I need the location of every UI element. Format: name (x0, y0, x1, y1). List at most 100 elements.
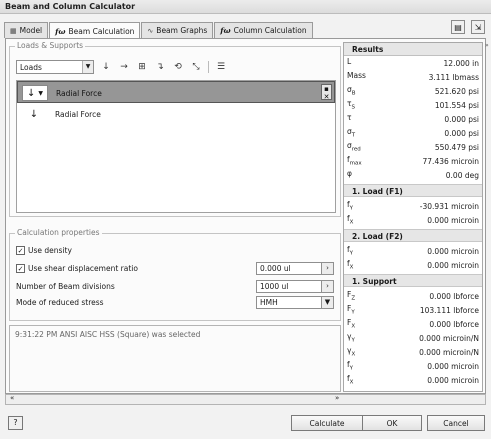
log-message: 9:31:22 PM ANSI AISC HSS (Square) was se… (15, 330, 201, 339)
result-row: fX 0.000 microin (344, 258, 482, 272)
result-row: L 12.000 in (344, 56, 482, 70)
radial-force-icon: ↓ (29, 108, 39, 120)
window-title: Beam and Column Calculator (0, 0, 491, 14)
graph-icon: ∿ (147, 26, 154, 35)
reduced-stress-label: Mode of reduced stress (16, 298, 104, 307)
result-symbol: τ (347, 113, 352, 125)
result-value: 0.000 microin (427, 246, 479, 256)
calculation-properties-legend: Calculation properties (15, 228, 102, 237)
result-symbol: fmax (347, 155, 362, 167)
export-icon[interactable]: ▤ (451, 20, 465, 34)
list-icon[interactable]: ☰ (215, 62, 227, 72)
result-symbol: FZ (347, 290, 355, 302)
result-symbol: τS (347, 99, 355, 111)
result-symbol-sub: X (349, 379, 354, 386)
collapse-bar: « » (5, 394, 486, 405)
loads-supports-group: Loads & Supports Loads ▼ ↓ → ⊞ ↴ ⟲ ⤡ ☰ ↓ (9, 41, 341, 217)
result-value: 101.554 psi (434, 100, 479, 110)
result-value: 550.479 psi (434, 142, 479, 152)
shear-ratio-value: 0.000 ul (260, 264, 291, 273)
deflection-icon[interactable]: ⤡ (190, 62, 202, 72)
use-shear-checkbox[interactable]: ✓ (16, 264, 25, 273)
result-value: 12.000 in (443, 58, 479, 68)
result-value: 0.000 lbforce (429, 319, 479, 329)
result-row: Mass 3.111 lbmass (344, 70, 482, 84)
bending-moment-icon[interactable]: ↴ (154, 62, 166, 72)
result-symbol-base: φ (347, 169, 352, 179)
expand-up-icon[interactable]: » (485, 42, 489, 49)
chevron-right-icon[interactable]: › (321, 262, 334, 275)
help-icon[interactable]: ? (8, 416, 23, 430)
result-symbol: fY (347, 200, 353, 212)
tab-model[interactable]: ▦ Model (4, 22, 49, 38)
result-symbol-sub: red (351, 146, 361, 153)
chevron-right-icon[interactable]: › (321, 280, 334, 293)
load-type-dropdown[interactable]: ↓ ▼ (22, 85, 48, 101)
cancel-button[interactable]: Cancel (427, 415, 485, 431)
tab-beam-calculation[interactable]: fω Beam Calculation (49, 22, 141, 39)
result-symbol: γX (347, 346, 355, 358)
formula-icon: fω (220, 26, 231, 35)
radial-force-icon[interactable]: ↓ (100, 62, 112, 72)
beam-divisions-field[interactable]: 1000 ul › (256, 280, 334, 293)
list-item[interactable]: ↓ ▼ Radial Force ▪ ✕ (17, 81, 335, 103)
result-value: 0.000 psi (444, 128, 479, 138)
use-shear-row: ✓ Use shear displacement ratio (16, 264, 138, 273)
result-symbol-sub: max (349, 160, 362, 167)
result-row: fY 0.000 microin (344, 359, 482, 373)
result-row: fY -30.931 microin (344, 199, 482, 213)
formula-icon: fω (55, 26, 66, 36)
result-value: 0.000 microin (427, 215, 479, 225)
calculate-button[interactable]: Calculate (291, 415, 363, 431)
reduced-stress-row: Mode of reduced stress (16, 298, 104, 307)
result-symbol: γY (347, 332, 355, 344)
load-item-label: Radial Force (56, 89, 102, 98)
result-symbol-sub: X (351, 323, 356, 330)
loads-list: ↓ ▼ Radial Force ▪ ✕ ↓ Radial Force (16, 80, 336, 213)
tab-column-calculation[interactable]: fω Column Calculation (214, 22, 313, 38)
continuous-load-icon[interactable]: ⊞ (136, 62, 148, 72)
loads-toolbar: Loads ▼ ↓ → ⊞ ↴ ⟲ ⤡ ☰ (16, 59, 227, 75)
result-value: 77.436 microin (422, 156, 479, 166)
result-symbol: fX (347, 374, 353, 386)
delete-icon[interactable]: ▪ ✕ (321, 84, 332, 101)
load2-title: 2. Load (F2) (344, 229, 482, 242)
result-symbol: σB (347, 85, 356, 97)
chevron-down-icon: ▼ (38, 89, 43, 97)
chevron-down-icon[interactable]: ▼ (321, 296, 334, 309)
beam-divisions-row: Number of Beam divisions (16, 282, 115, 291)
reduced-stress-select[interactable]: HMH ▼ (256, 296, 334, 309)
tab-beam-graphs-label: Beam Graphs (156, 26, 208, 35)
results-load2: fY 0.000 microin fX 0.000 microin (344, 244, 482, 272)
result-symbol: L (347, 57, 351, 69)
results-support1: FZ 0.000 lbforce FY 103.111 lbforce FX 0.000 … (344, 289, 482, 387)
result-value: 0.000 microin/N (419, 347, 479, 357)
load-type-combo[interactable]: Loads ▼ (16, 60, 94, 74)
result-value: 3.111 lbmass (428, 72, 479, 82)
collapse-down-icon[interactable]: » (335, 394, 339, 402)
result-row: γX 0.000 microin/N (344, 345, 482, 359)
result-symbol-sub: Y (351, 337, 355, 344)
result-symbol: σT (347, 127, 355, 139)
left-pane: Loads & Supports Loads ▼ ↓ → ⊞ ↴ ⟲ ⤡ ☰ ↓ (9, 41, 341, 392)
axial-force-icon[interactable]: → (118, 62, 130, 72)
result-symbol: FX (347, 318, 355, 330)
loads-supports-legend: Loads & Supports (15, 41, 86, 50)
tab-beam-calculation-label: Beam Calculation (68, 26, 135, 36)
shear-ratio-field[interactable]: 0.000 ul › (256, 262, 334, 275)
result-value: 0.000 psi (444, 114, 479, 124)
tab-strip: ▦ Model fω Beam Calculation ∿ Beam Graph… (4, 22, 313, 39)
list-item[interactable]: ↓ Radial Force (17, 103, 335, 125)
torque-icon[interactable]: ⟲ (172, 62, 184, 72)
tab-beam-graphs[interactable]: ∿ Beam Graphs (141, 22, 214, 38)
ok-button[interactable]: OK (362, 415, 422, 431)
toolbar-separator (208, 61, 209, 73)
result-symbol-sub: X (349, 264, 354, 271)
result-symbol: φ (347, 169, 352, 181)
collapse-up-icon[interactable]: « (10, 394, 14, 402)
settings-icon[interactable]: ⇲ (471, 20, 485, 34)
results-load1: fY -30.931 microin fX 0.000 microin (344, 199, 482, 227)
result-row: σT 0.000 psi (344, 126, 482, 140)
result-row: σB 521.620 psi (344, 84, 482, 98)
use-density-checkbox[interactable]: ✓ (16, 246, 25, 255)
